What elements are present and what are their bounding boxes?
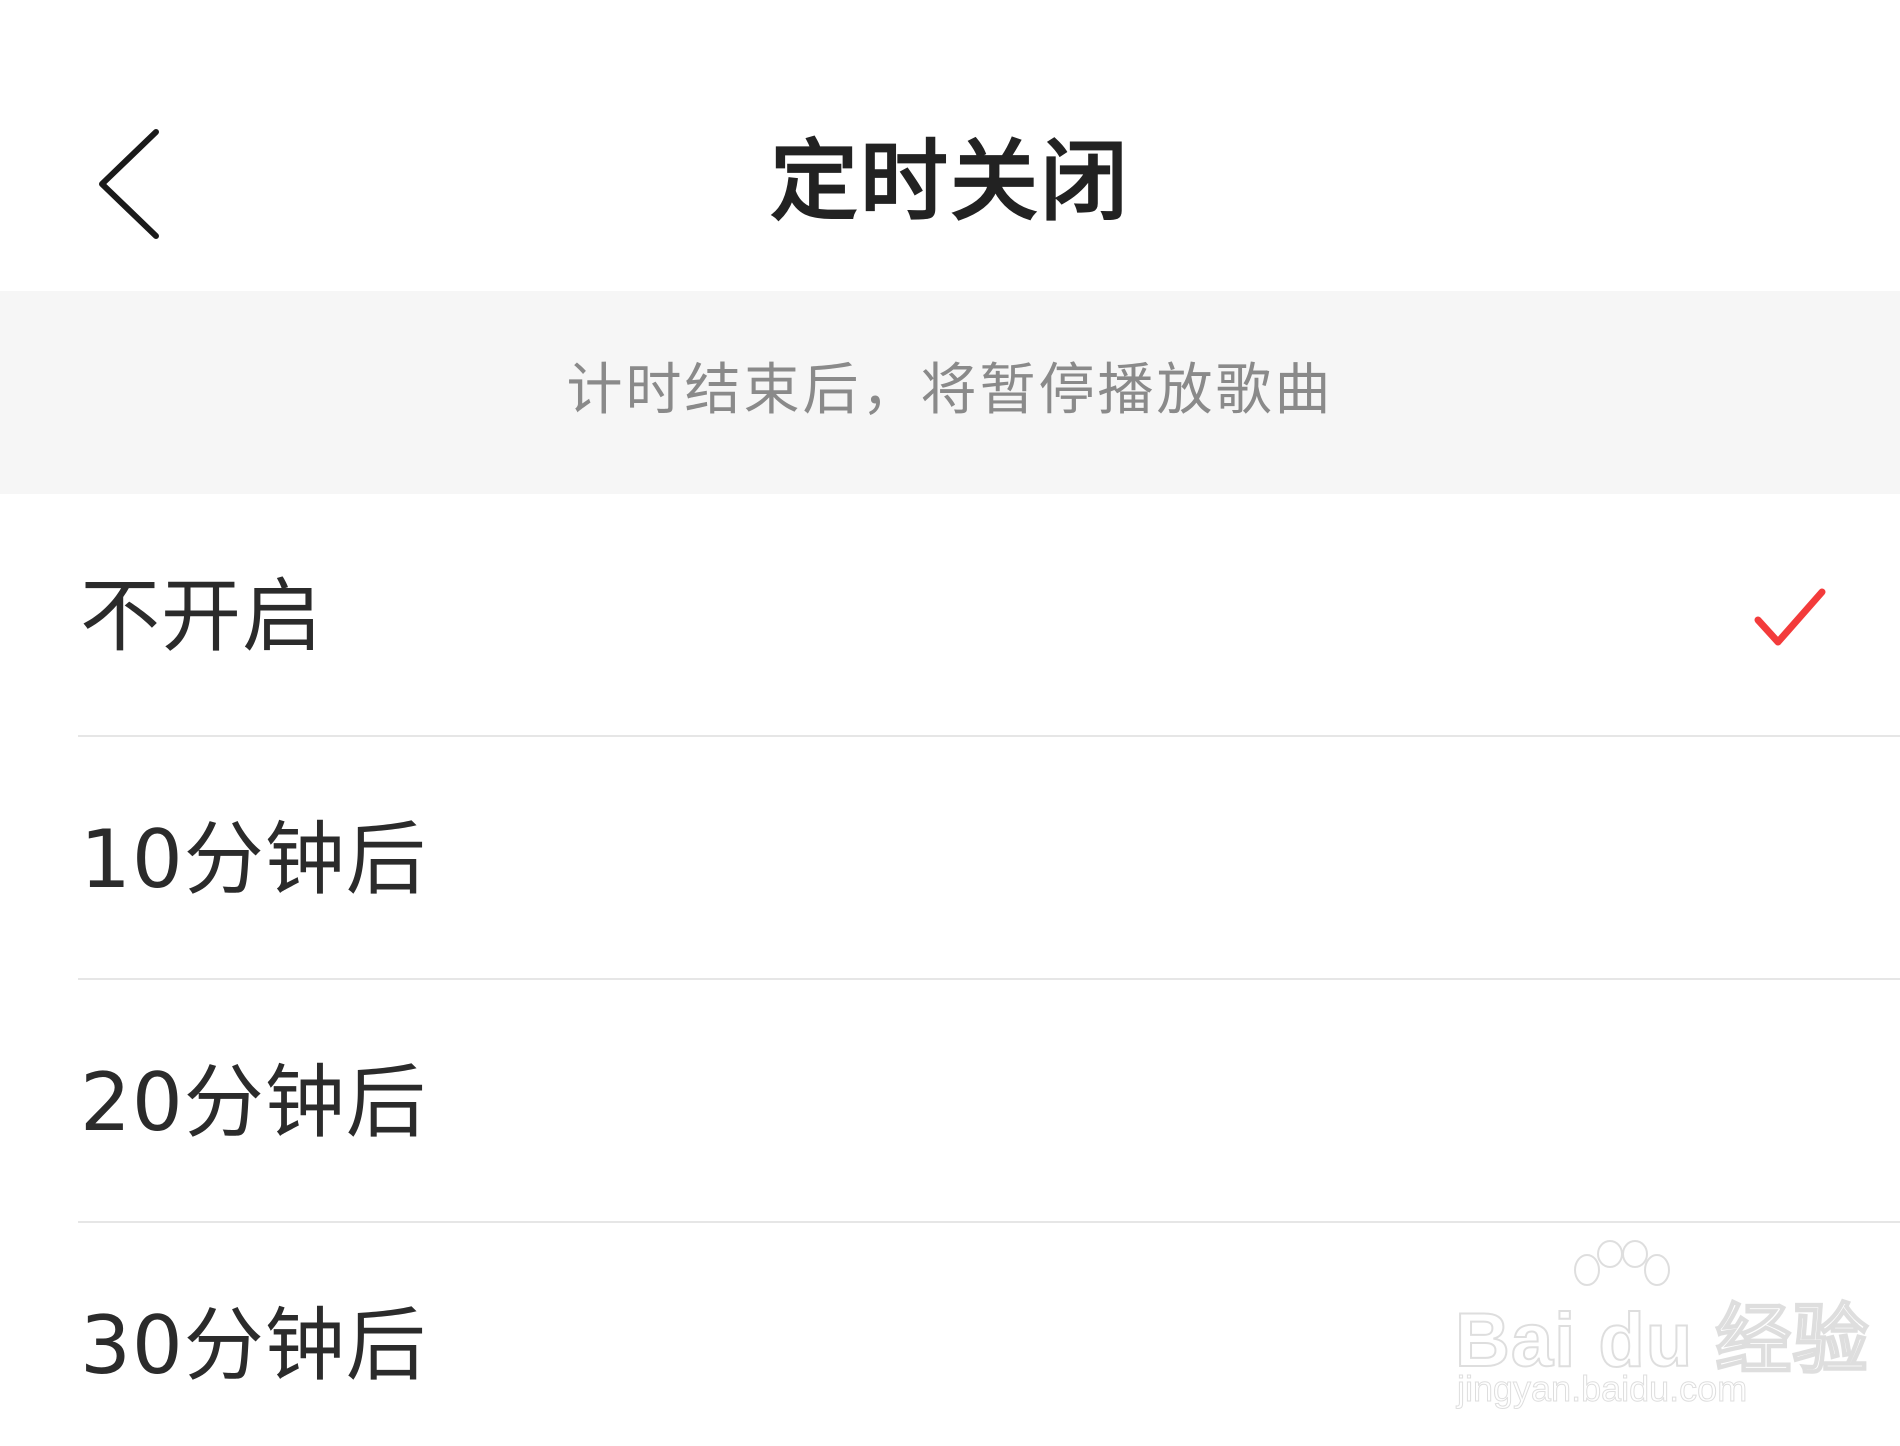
option-10-minutes[interactable]: 10分钟后 [0, 737, 1900, 980]
option-label: 不开启 [80, 570, 323, 663]
option-20-minutes[interactable]: 20分钟后 [0, 980, 1900, 1223]
option-off[interactable]: 不开启 [0, 494, 1900, 737]
hint-text: 计时结束后，将暂停播放歌曲 [566, 358, 1334, 423]
option-label: 10分钟后 [80, 813, 427, 906]
option-label: 30分钟后 [80, 1299, 427, 1392]
header: 定时关闭 [0, 0, 1900, 291]
baidu-jingyan-watermark: Bai du 经验 jingyan.baidu.com [1454, 1240, 1869, 1410]
option-label: 20分钟后 [80, 1056, 427, 1149]
checkmark-icon [1752, 586, 1828, 650]
hint-banner: 计时结束后，将暂停播放歌曲 [0, 291, 1900, 494]
timer-close-screen: 定时关闭 计时结束后，将暂停播放歌曲 不开启 10分钟后 20分钟后 30分钟后 [0, 0, 1900, 1446]
page-title: 定时关闭 [769, 130, 1130, 233]
watermark-url: jingyan.baidu.com [1456, 1368, 1748, 1410]
